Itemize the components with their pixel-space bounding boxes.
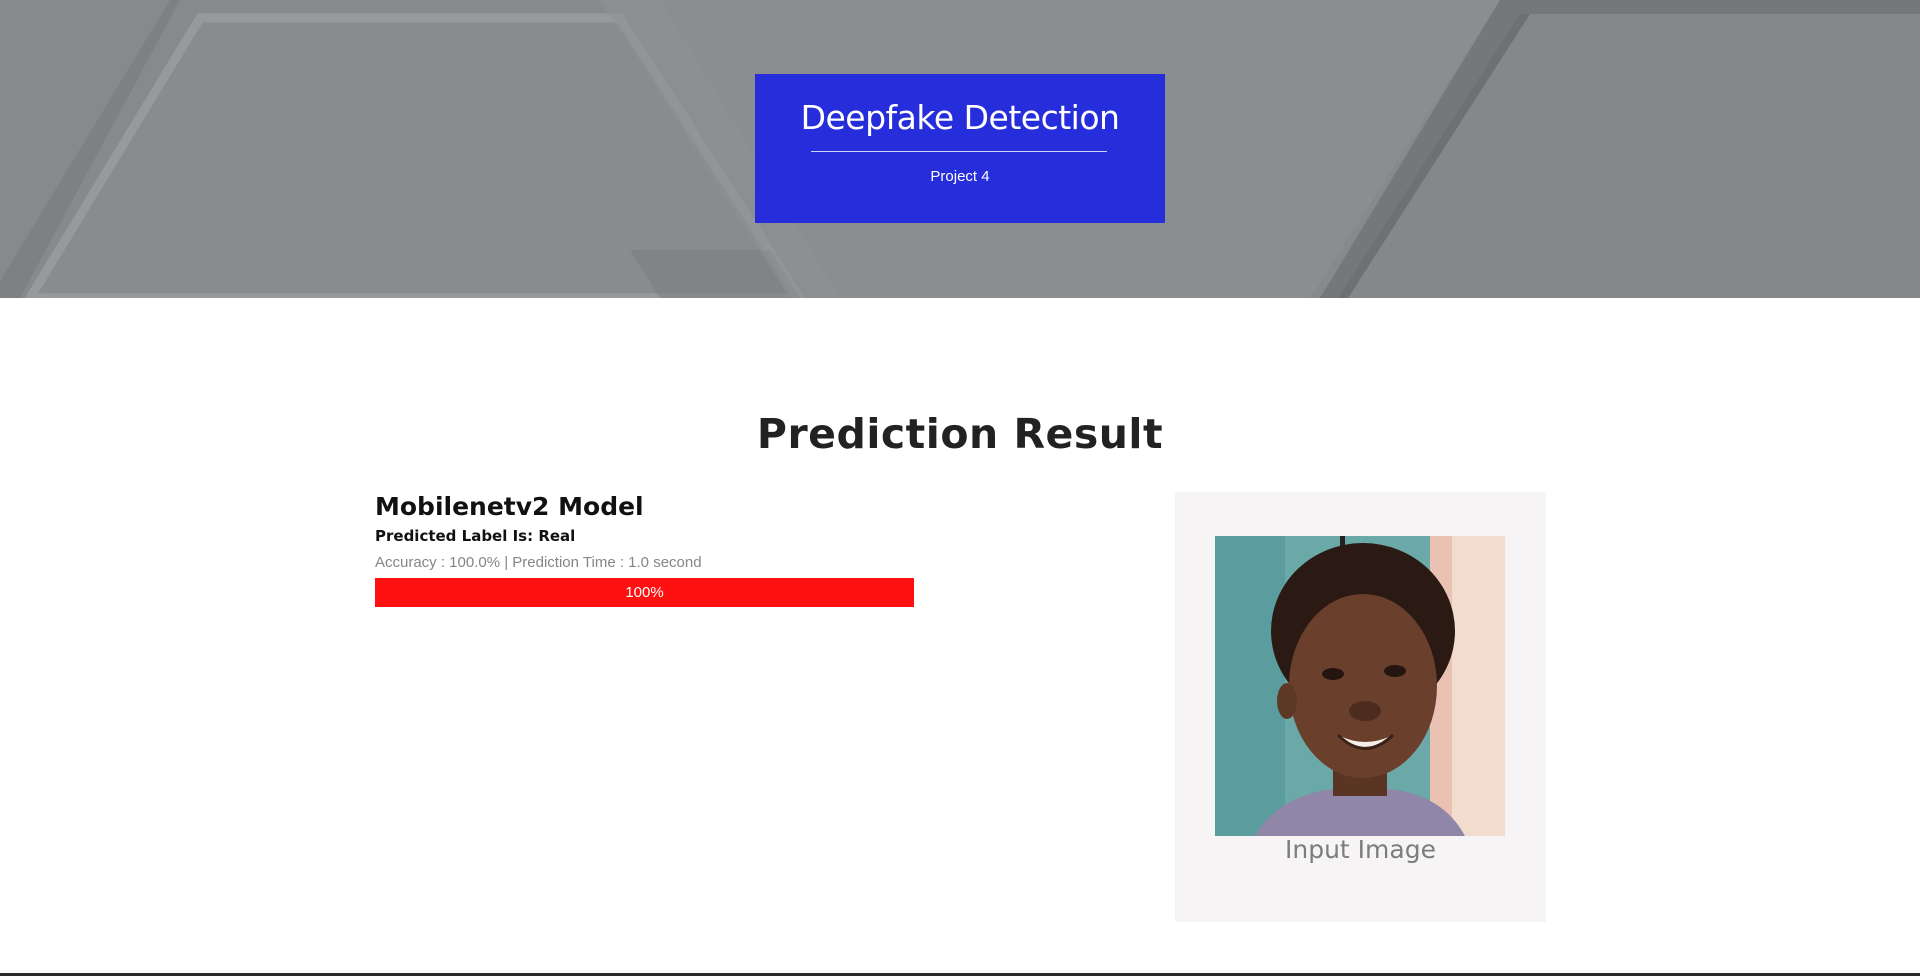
input-image bbox=[1215, 536, 1505, 836]
face-photo-icon bbox=[1215, 536, 1505, 836]
model-name: Mobilenetv2 Model bbox=[375, 492, 644, 521]
accuracy-progress-bar: 100% bbox=[375, 578, 914, 607]
predicted-label: Predicted Label Is: Real bbox=[375, 527, 576, 545]
section-heading: Prediction Result bbox=[756, 410, 1164, 458]
input-image-card: Input Image bbox=[1175, 492, 1546, 922]
input-image-caption: Input Image bbox=[1285, 835, 1436, 864]
model-result: Mobilenetv2 Model Predicted Label Is: Re… bbox=[375, 492, 935, 607]
page-subtitle: Project 4 bbox=[930, 168, 990, 185]
accuracy-time-text: Accuracy : 100.0% | Prediction Time : 1.… bbox=[375, 554, 702, 571]
title-divider bbox=[811, 151, 1107, 152]
page-title: Deepfake Detection bbox=[800, 98, 1120, 137]
accuracy-progress-fill: 100% bbox=[375, 578, 914, 607]
title-card: Deepfake Detection Project 4 bbox=[755, 74, 1165, 223]
hero-banner: Deepfake Detection Project 4 bbox=[0, 0, 1920, 298]
